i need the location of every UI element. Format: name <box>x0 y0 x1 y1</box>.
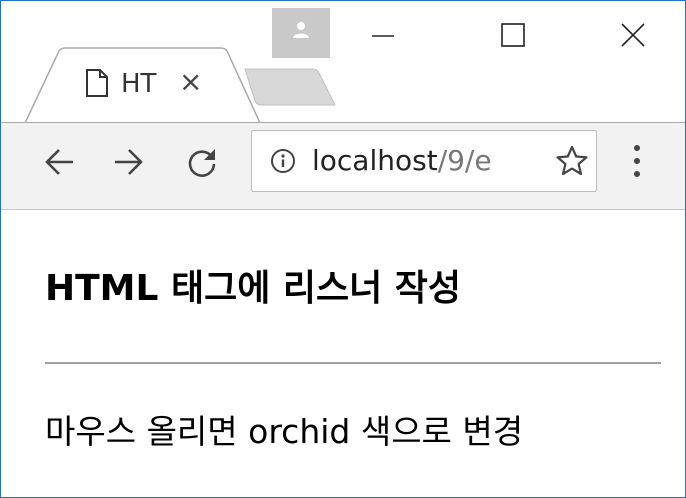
hover-paragraph[interactable]: 마우스 올리면 orchid 색으로 변경 <box>45 405 523 453</box>
kebab-menu-icon[interactable] <box>631 143 643 179</box>
reload-icon[interactable] <box>185 145 219 179</box>
page-heading: HTML 태그에 리스너 작성 <box>45 268 462 309</box>
maximize-icon <box>501 23 525 47</box>
arrow-right-icon[interactable] <box>111 145 145 179</box>
url-host: localhost <box>312 144 438 177</box>
maximize-button[interactable] <box>483 13 543 57</box>
close-icon <box>621 23 645 47</box>
address-bar[interactable]: localhost/9/e <box>251 130 597 192</box>
title-bar: HT × <box>1 1 685 124</box>
browser-toolbar: localhost/9/e <box>1 122 685 210</box>
close-window-button[interactable] <box>603 13 663 57</box>
active-tab[interactable]: HT × <box>25 47 261 124</box>
url-text[interactable]: localhost/9/e <box>312 142 492 180</box>
arrow-left-icon[interactable] <box>43 145 77 179</box>
url-path: /9/e <box>437 144 492 177</box>
browser-window: HT × localhost/9/e HTML 태그에 리스너 작성 마우스 올… <box>0 0 686 498</box>
star-icon[interactable] <box>556 145 588 177</box>
horizontal-rule <box>45 362 661 364</box>
profile-button[interactable] <box>272 8 330 58</box>
tab-title: HT <box>121 69 157 99</box>
tab-close-button[interactable]: × <box>179 67 202 97</box>
minimize-icon <box>372 35 394 37</box>
person-icon <box>293 22 309 38</box>
info-icon[interactable] <box>270 148 296 174</box>
minimize-button[interactable] <box>353 13 413 57</box>
page-content: HTML 태그에 리스너 작성 마우스 올리면 orchid 색으로 변경 <box>1 209 685 497</box>
page-icon <box>86 69 108 97</box>
new-tab-button[interactable] <box>243 67 337 107</box>
